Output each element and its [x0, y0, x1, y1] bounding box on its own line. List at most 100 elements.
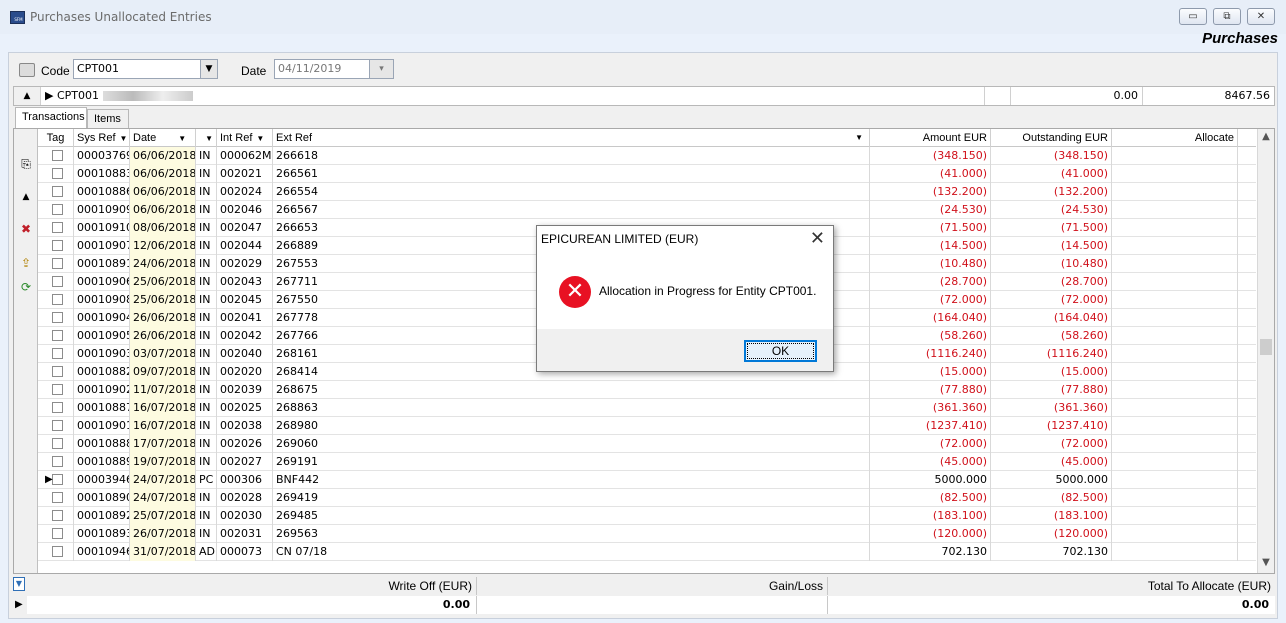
tab-items[interactable]: Items: [87, 109, 129, 129]
tag-checkbox[interactable]: [52, 294, 63, 305]
header-allocate[interactable]: Allocate: [1112, 129, 1238, 147]
table-row[interactable]: 00010887 16/07/2018 IN 002025 268863 (361.360…: [38, 399, 1256, 417]
allocate-cell[interactable]: [1112, 453, 1238, 471]
tag-checkbox[interactable]: [52, 366, 63, 377]
header-tag[interactable]: Tag: [38, 129, 74, 147]
footer-dropdown-icon[interactable]: ▼: [13, 577, 25, 591]
tag-checkbox[interactable]: [52, 456, 63, 467]
scroll-thumb[interactable]: [1260, 339, 1272, 355]
allocate-cell[interactable]: [1112, 525, 1238, 543]
allocate-cell[interactable]: [1112, 273, 1238, 291]
header-outstanding[interactable]: Outstanding EUR: [991, 129, 1112, 147]
header-ext-ref[interactable]: Ext Ref ▼: [273, 129, 870, 147]
table-row[interactable]: 00010886 06/06/2018 IN 002024 266554 (132.200…: [38, 183, 1256, 201]
allocate-cell[interactable]: [1112, 309, 1238, 327]
allocate-icon[interactable]: ⎘: [19, 157, 33, 171]
header-int-ref[interactable]: Int Ref ▼: [217, 129, 273, 147]
allocate-cell[interactable]: [1112, 363, 1238, 381]
tag-checkbox[interactable]: [52, 546, 63, 557]
allocate-cell[interactable]: [1112, 291, 1238, 309]
outstanding-cell: (361.360): [991, 399, 1112, 417]
tag-checkbox[interactable]: [52, 510, 63, 521]
header-type[interactable]: ▼: [196, 129, 217, 147]
tag-checkbox[interactable]: [52, 222, 63, 233]
tag-checkbox[interactable]: [52, 186, 63, 197]
allocate-cell[interactable]: [1112, 435, 1238, 453]
tag-checkbox[interactable]: [52, 240, 63, 251]
tag-cell: [38, 363, 74, 381]
header-amount[interactable]: Amount EUR: [870, 129, 991, 147]
tag-checkbox[interactable]: [52, 492, 63, 503]
date-cell: 08/06/2018: [130, 219, 196, 237]
dialog-close-button[interactable]: ✕: [810, 228, 825, 250]
table-row[interactable]: 00010889 19/07/2018 IN 002027 269191 (45.000)…: [38, 453, 1256, 471]
allocate-cell[interactable]: [1112, 255, 1238, 273]
table-row[interactable]: 00010946 31/07/2018 AD 000073 CN 07/18 702.13…: [38, 543, 1256, 561]
amount-cell: (361.360): [870, 399, 991, 417]
tag-checkbox[interactable]: [52, 150, 63, 161]
remove-allocation-icon[interactable]: ✖: [19, 222, 33, 236]
current-row-indicator-icon: ▶: [45, 474, 53, 485]
tag-checkbox[interactable]: [52, 348, 63, 359]
tag-checkbox[interactable]: [52, 276, 63, 287]
date-picker[interactable]: 04/11/2019 ▾: [274, 59, 394, 79]
tag-checkbox[interactable]: [52, 528, 63, 539]
table-row[interactable]: 00010901 16/07/2018 IN 002038 268980 (1237.41…: [38, 417, 1256, 435]
allocate-cell[interactable]: [1112, 399, 1238, 417]
table-row[interactable]: 00010902 11/07/2018 IN 002039 268675 (77.880)…: [38, 381, 1256, 399]
allocate-cell[interactable]: [1112, 381, 1238, 399]
tag-checkbox[interactable]: [52, 384, 63, 395]
collapse-up-icon[interactable]: ▲: [19, 190, 33, 204]
type-cell: IN: [196, 399, 217, 417]
code-combobox[interactable]: CPT001 ▼: [73, 59, 218, 79]
tab-transactions[interactable]: Transactions: [15, 107, 87, 129]
maximize-button[interactable]: ⧉: [1213, 8, 1241, 25]
tag-checkbox[interactable]: [52, 402, 63, 413]
chevron-down-icon[interactable]: ▼: [200, 60, 217, 78]
allocate-cell[interactable]: [1112, 489, 1238, 507]
allocate-cell[interactable]: [1112, 201, 1238, 219]
tag-checkbox[interactable]: [52, 312, 63, 323]
header-sys-ref[interactable]: Sys Ref ▼: [74, 129, 130, 147]
allocate-cell[interactable]: [1112, 471, 1238, 489]
header-date[interactable]: Date ▼: [130, 129, 196, 147]
table-row[interactable]: 00010893 26/07/2018 IN 002031 269563 (120.000…: [38, 525, 1256, 543]
ok-button[interactable]: OK: [744, 340, 817, 362]
tag-checkbox[interactable]: [52, 258, 63, 269]
table-row[interactable]: 00010883 06/06/2018 IN 002021 266561 (41.000)…: [38, 165, 1256, 183]
table-row[interactable]: 00010892 25/07/2018 IN 002030 269485 (183.100…: [38, 507, 1256, 525]
close-window-button[interactable]: ✕: [1247, 8, 1275, 25]
allocate-cell[interactable]: [1112, 183, 1238, 201]
table-row[interactable]: 00010888 17/07/2018 IN 002026 269060 (72.000)…: [38, 435, 1256, 453]
tag-cell: [38, 183, 74, 201]
table-row[interactable]: 00010909 06/06/2018 IN 002046 266567 (24.530)…: [38, 201, 1256, 219]
collapse-up-icon[interactable]: ▲: [14, 87, 40, 105]
allocate-cell[interactable]: [1112, 345, 1238, 363]
allocate-cell[interactable]: [1112, 327, 1238, 345]
minimize-button[interactable]: ▭: [1179, 8, 1207, 25]
export-icon[interactable]: ⇪: [19, 256, 33, 270]
tag-checkbox[interactable]: [52, 330, 63, 341]
allocate-cell[interactable]: [1112, 543, 1238, 561]
vertical-scrollbar[interactable]: ▲ ▼: [1257, 129, 1274, 573]
tag-checkbox[interactable]: [52, 168, 63, 179]
tag-checkbox[interactable]: [52, 474, 63, 485]
table-row[interactable]: 00003769 06/06/2018 IN 000062MS 266618 (348.1…: [38, 147, 1256, 165]
tag-checkbox[interactable]: [52, 204, 63, 215]
table-row[interactable]: 00010890 24/07/2018 IN 002028 269419 (82.500)…: [38, 489, 1256, 507]
allocate-cell[interactable]: [1112, 219, 1238, 237]
allocate-cell[interactable]: [1112, 237, 1238, 255]
allocate-cell[interactable]: [1112, 147, 1238, 165]
scroll-down-icon[interactable]: ▼: [1258, 555, 1274, 571]
ext-ref-cell: 266554: [273, 183, 870, 201]
scroll-up-icon[interactable]: ▲: [1258, 129, 1274, 145]
tag-checkbox[interactable]: [52, 420, 63, 431]
table-row[interactable]: 00003946 24/07/2018 PC 000306 BNF442 5000.000…: [38, 471, 1256, 489]
tag-checkbox[interactable]: [52, 438, 63, 449]
refresh-icon[interactable]: ⟳: [19, 280, 33, 294]
calendar-icon[interactable]: ▾: [369, 60, 393, 78]
allocate-cell[interactable]: [1112, 417, 1238, 435]
allocate-cell[interactable]: [1112, 507, 1238, 525]
allocate-cell[interactable]: [1112, 165, 1238, 183]
lookup-icon[interactable]: [19, 63, 35, 77]
